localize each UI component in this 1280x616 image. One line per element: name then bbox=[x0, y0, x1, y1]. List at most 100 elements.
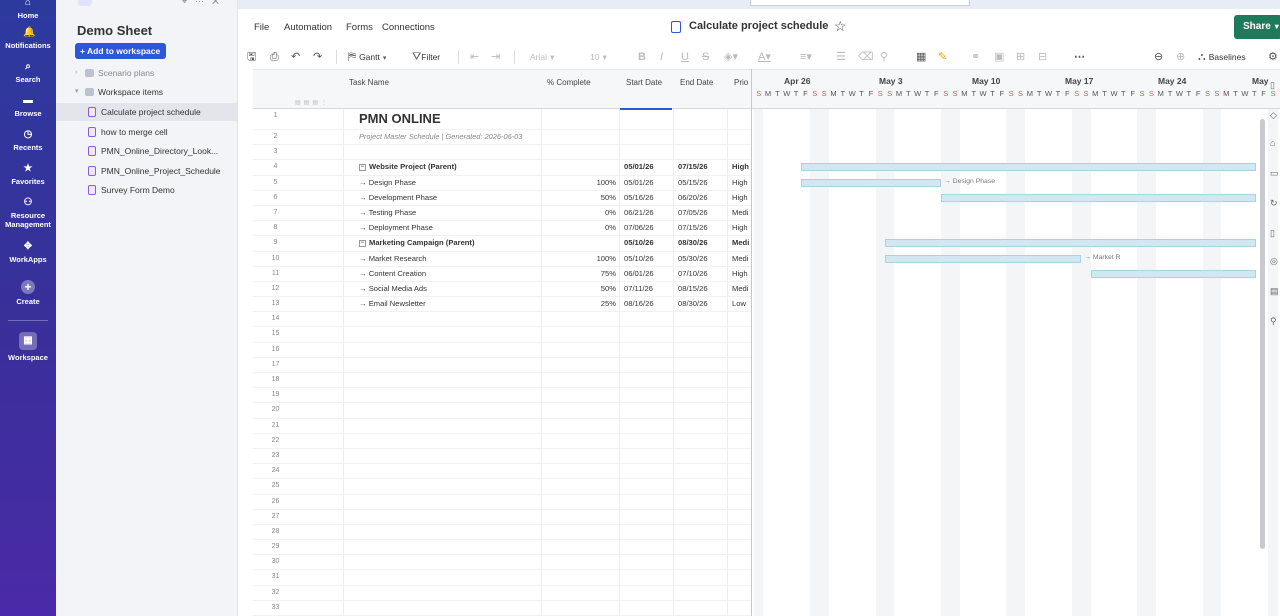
priority-cell[interactable]: High bbox=[732, 221, 752, 235]
gantt-bar[interactable] bbox=[941, 193, 1256, 202]
percent-complete-cell[interactable]: 50% bbox=[543, 191, 616, 205]
percent-complete-cell[interactable]: 0% bbox=[543, 206, 616, 220]
percent-complete-cell[interactable]: 100% bbox=[543, 252, 616, 266]
table-row[interactable]: 6 → Development Phase 50% 05/16/26 06/20/26 H… bbox=[253, 191, 751, 206]
pin-icon[interactable]: ⌖ bbox=[182, 0, 195, 6]
end-date-cell[interactable]: 08/30/26 bbox=[678, 297, 708, 311]
header-start-date[interactable]: Start Date bbox=[626, 78, 662, 87]
gantt-bar[interactable] bbox=[884, 239, 1256, 248]
wrap-icon[interactable]: ☰ bbox=[836, 49, 846, 65]
sidebar-controls[interactable]: ⌖⋯✕ bbox=[182, 0, 227, 7]
priority-cell[interactable]: High bbox=[732, 191, 752, 205]
table-row[interactable]: 3 bbox=[253, 145, 751, 161]
right-panel-icon[interactable]: ↻ bbox=[1270, 198, 1280, 209]
gantt-bar[interactable] bbox=[884, 254, 1082, 263]
end-date-cell[interactable]: 07/15/26 bbox=[678, 221, 708, 235]
percent-complete-cell[interactable]: 25% bbox=[543, 297, 616, 311]
right-panel-icon[interactable]: ▤ bbox=[1270, 286, 1280, 297]
table-row[interactable]: 7 → Testing Phase 0% 06/21/26 07/05/26 Medi bbox=[253, 206, 752, 222]
more-icon[interactable]: ⋯ bbox=[195, 0, 212, 6]
sidebar-item[interactable]: PMN_Online_Project_Schedule bbox=[56, 162, 237, 180]
start-date-cell[interactable]: 07/11/26 bbox=[624, 282, 653, 296]
priority-cell[interactable]: High bbox=[732, 267, 752, 281]
task-name-cell[interactable]: → Market Research bbox=[359, 252, 427, 266]
end-date-cell[interactable]: 07/05/26 bbox=[678, 206, 708, 220]
priority-cell[interactable]: Medi bbox=[732, 206, 752, 220]
outdent-icon[interactable]: ⇤ bbox=[470, 49, 479, 65]
table-row[interactable]: 13 → Email Newsletter 25% 08/16/26 08/30/26 L… bbox=[253, 297, 752, 313]
add-to-workspace-button[interactable]: + Add to workspace bbox=[75, 43, 167, 59]
end-date-cell[interactable]: 05/30/26 bbox=[678, 252, 708, 266]
gantt-bar[interactable] bbox=[1090, 269, 1256, 278]
task-name-cell[interactable]: − Website Project (Parent) bbox=[359, 160, 457, 174]
more-options-icon[interactable]: ⋯ bbox=[1074, 49, 1085, 65]
start-date-cell[interactable]: 05/10/26 bbox=[624, 236, 654, 250]
end-date-cell[interactable]: 05/15/26 bbox=[678, 176, 708, 190]
task-name-cell[interactable]: → Social Media Ads bbox=[359, 282, 427, 296]
italic-icon[interactable]: I bbox=[660, 49, 663, 65]
close-icon[interactable]: ✕ bbox=[212, 0, 227, 6]
share-button[interactable]: Share ▾ bbox=[1234, 15, 1280, 39]
font-family-select[interactable]: Arial ▾ bbox=[530, 49, 554, 65]
percent-complete-cell[interactable]: 100% bbox=[543, 176, 616, 190]
highlight-icon[interactable]: ✎ bbox=[938, 49, 947, 65]
table-row[interactable]: 2 Project Master Schedule | Generated: 20… bbox=[253, 130, 751, 146]
rail-item[interactable]: ✥ WorkApps bbox=[0, 242, 56, 265]
rail-item[interactable]: ⌂ Home bbox=[0, 0, 56, 20]
table-row[interactable]: 15 bbox=[253, 327, 751, 343]
attachment-icon[interactable]: ⊞ bbox=[1016, 49, 1025, 65]
print-icon[interactable]: ⎙ bbox=[270, 49, 279, 65]
font-size-select[interactable]: 10 ▾ bbox=[590, 49, 607, 65]
format-painter-icon[interactable]: ⚲ bbox=[880, 49, 888, 65]
grid-settings-icon[interactable]: ▦ bbox=[916, 49, 926, 65]
end-date-cell[interactable]: 07/15/26 bbox=[678, 160, 708, 174]
align-icon[interactable]: ≡▾ bbox=[800, 49, 812, 65]
rail-item[interactable]: ⚇ Resource Management bbox=[0, 198, 56, 230]
task-name-cell[interactable]: → Email Newsletter bbox=[359, 297, 426, 311]
end-date-cell[interactable]: 08/15/26 bbox=[678, 282, 708, 296]
gantt-scrollbar[interactable] bbox=[1260, 119, 1265, 549]
gantt-view-selector[interactable]: ⛿ Gantt ▾ bbox=[348, 49, 386, 67]
percent-complete-cell[interactable]: 0% bbox=[543, 221, 616, 235]
start-date-cell[interactable]: 05/01/26 bbox=[624, 160, 654, 174]
table-row[interactable]: 30 bbox=[253, 555, 751, 571]
task-name-cell[interactable]: PMN ONLINE bbox=[359, 109, 441, 129]
right-panel-icon[interactable]: ◎ bbox=[1270, 256, 1280, 267]
task-name-cell[interactable]: → Development Phase bbox=[359, 191, 437, 205]
collapse-toggle-icon[interactable]: − bbox=[359, 164, 366, 172]
sidebar-group[interactable]: › Scenario plans bbox=[56, 64, 237, 82]
sidebar-group[interactable]: ▾ Workspace items bbox=[56, 83, 237, 101]
start-date-cell[interactable]: 05/10/26 bbox=[624, 252, 654, 266]
priority-cell[interactable]: High bbox=[732, 160, 752, 174]
priority-cell[interactable]: Medi bbox=[732, 252, 752, 266]
rail-item[interactable]: ◷ Recents bbox=[0, 130, 56, 153]
strikethrough-icon[interactable]: S bbox=[702, 49, 709, 65]
table-row[interactable]: 10 → Market Research 100% 05/10/26 05/30/26 M… bbox=[253, 252, 751, 267]
rail-item[interactable]: ⌕ Search bbox=[0, 62, 56, 85]
settings-gear-icon[interactable]: ⚙ bbox=[1268, 49, 1278, 65]
table-row[interactable]: 4 − Website Project (Parent) 05/01/26 07/15/… bbox=[253, 160, 752, 176]
table-row[interactable]: 9 − Marketing Campaign (Parent) 05/10/26 08/… bbox=[253, 236, 751, 252]
end-date-cell[interactable]: 07/10/26 bbox=[678, 267, 708, 281]
sidebar-item[interactable]: how to merge cell bbox=[56, 123, 237, 141]
table-row[interactable]: 33 bbox=[253, 601, 751, 616]
table-row[interactable]: 18 bbox=[253, 373, 751, 389]
end-date-cell[interactable]: 06/20/26 bbox=[678, 191, 708, 205]
priority-cell[interactable]: High bbox=[732, 176, 752, 190]
start-date-cell[interactable]: 06/21/26 bbox=[624, 206, 654, 220]
table-row[interactable]: 29 bbox=[253, 540, 751, 556]
chevron-down-icon[interactable]: ▾ bbox=[75, 83, 79, 101]
share-chevron-icon[interactable]: ▾ bbox=[1275, 22, 1279, 31]
rail-item[interactable]: ▦ Workspace bbox=[0, 332, 56, 362]
priority-cell[interactable]: Low bbox=[732, 297, 752, 311]
start-date-cell[interactable]: 08/16/26 bbox=[624, 297, 654, 311]
percent-complete-cell[interactable]: 75% bbox=[543, 267, 616, 281]
table-row[interactable]: 17 bbox=[253, 358, 751, 373]
table-row[interactable]: 31 bbox=[253, 570, 751, 586]
indent-icon[interactable]: ⇥ bbox=[491, 49, 500, 65]
header-percent-complete[interactable]: % Complete bbox=[547, 78, 591, 87]
gantt-bar[interactable] bbox=[800, 163, 1256, 172]
right-panel-icon[interactable]: ▯ bbox=[1270, 80, 1280, 91]
start-date-cell[interactable]: 05/16/26 bbox=[624, 191, 654, 205]
table-row[interactable]: 32 bbox=[253, 586, 751, 601]
